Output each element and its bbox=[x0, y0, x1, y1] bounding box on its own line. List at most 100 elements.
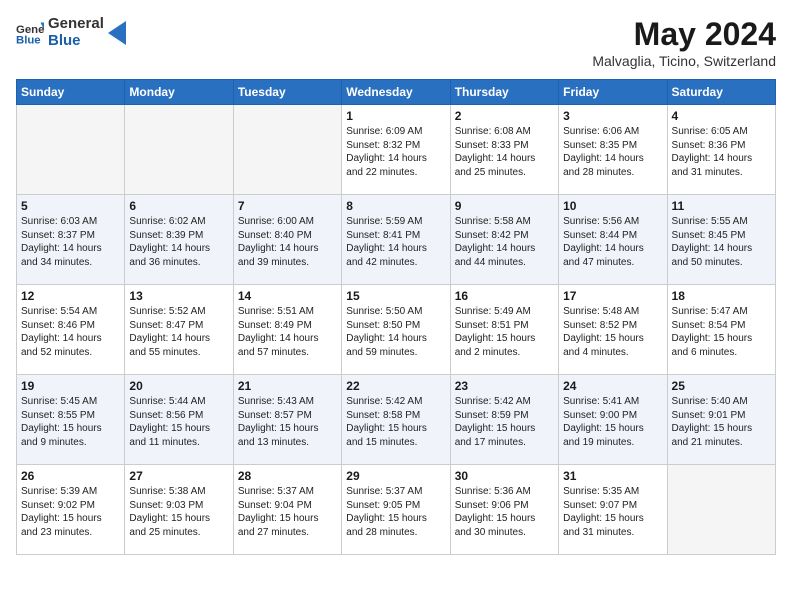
day-info: Sunrise: 6:03 AMSunset: 8:37 PMDaylight:… bbox=[21, 215, 120, 269]
day-info: Sunrise: 6:05 AMSunset: 8:36 PMDaylight:… bbox=[672, 125, 771, 179]
calendar-day-cell: 11Sunrise: 5:55 AMSunset: 8:45 PMDayligh… bbox=[667, 195, 775, 285]
day-number: 4 bbox=[672, 109, 771, 123]
day-number: 14 bbox=[238, 289, 337, 303]
calendar-day-cell: 23 Sunrise: 5:42 AMSunset: 8:59 PMDayligh… bbox=[450, 375, 558, 465]
page-header: General Blue General Blue May 2024 Malva… bbox=[16, 16, 776, 69]
calendar-day-cell: 2 Sunrise: 6:08 AMSunset: 8:33 PMDaylight… bbox=[450, 105, 558, 195]
day-info: Sunrise: 5:54 AMSunset: 8:46 PMDaylight:… bbox=[21, 305, 120, 359]
logo-blue-text: Blue bbox=[48, 33, 104, 50]
day-number: 2 bbox=[455, 109, 554, 123]
day-info: Sunrise: 5:56 AMSunset: 8:44 PMDaylight:… bbox=[563, 215, 662, 269]
day-info: Sunrise: 5:45 AMSunset: 8:55 PMDaylight:… bbox=[21, 395, 120, 449]
calendar-day-cell: 3 Sunrise: 6:06 AMSunset: 8:35 PMDaylight… bbox=[559, 105, 667, 195]
day-of-week-header: Monday bbox=[125, 80, 233, 105]
calendar-day-cell: 1Sunrise: 6:09 AMSunset: 8:32 PMDaylight… bbox=[342, 105, 450, 195]
calendar-week-row: 1Sunrise: 6:09 AMSunset: 8:32 PMDaylight… bbox=[17, 105, 776, 195]
day-info: Sunrise: 5:38 AMSunset: 9:03 PMDaylight:… bbox=[129, 485, 228, 539]
logo: General Blue General Blue bbox=[16, 16, 126, 49]
day-number: 31 bbox=[563, 469, 662, 483]
day-info: Sunrise: 5:37 AMSunset: 9:05 PMDaylight:… bbox=[346, 485, 445, 539]
day-info: Sunrise: 5:36 AMSunset: 9:06 PMDaylight:… bbox=[455, 485, 554, 539]
calendar-day-cell: 12 Sunrise: 5:54 AMSunset: 8:46 PMDayligh… bbox=[17, 285, 125, 375]
svg-text:Blue: Blue bbox=[16, 34, 41, 46]
day-number: 27 bbox=[129, 469, 228, 483]
calendar-day-cell: 27 Sunrise: 5:38 AMSunset: 9:03 PMDayligh… bbox=[125, 465, 233, 555]
calendar-day-cell: 22Sunrise: 5:42 AMSunset: 8:58 PMDayligh… bbox=[342, 375, 450, 465]
day-number: 5 bbox=[21, 199, 120, 213]
day-number: 17 bbox=[563, 289, 662, 303]
calendar-day-cell: 16Sunrise: 5:49 AMSunset: 8:51 PMDayligh… bbox=[450, 285, 558, 375]
logo-wave-icon bbox=[108, 21, 126, 45]
day-number: 20 bbox=[129, 379, 228, 393]
calendar-day-cell: 19 Sunrise: 5:45 AMSunset: 8:55 PMDayligh… bbox=[17, 375, 125, 465]
calendar-day-cell: 26 Sunrise: 5:39 AMSunset: 9:02 PMDayligh… bbox=[17, 465, 125, 555]
location-subtitle: Malvaglia, Ticino, Switzerland bbox=[592, 53, 776, 69]
calendar-day-cell: 15Sunrise: 5:50 AMSunset: 8:50 PMDayligh… bbox=[342, 285, 450, 375]
calendar-day-cell: 10 Sunrise: 5:56 AMSunset: 8:44 PMDayligh… bbox=[559, 195, 667, 285]
calendar-day-cell: 30 Sunrise: 5:36 AMSunset: 9:06 PMDayligh… bbox=[450, 465, 558, 555]
day-info: Sunrise: 6:08 AMSunset: 8:33 PMDaylight:… bbox=[455, 125, 554, 179]
day-number: 22 bbox=[346, 379, 445, 393]
month-title: May 2024 bbox=[592, 16, 776, 53]
day-number: 8 bbox=[346, 199, 445, 213]
calendar-day-cell bbox=[233, 105, 341, 195]
day-info: Sunrise: 5:49 AMSunset: 8:51 PMDaylight:… bbox=[455, 305, 554, 359]
calendar-day-cell: 25 Sunrise: 5:40 AMSunset: 9:01 PMDayligh… bbox=[667, 375, 775, 465]
day-info: Sunrise: 5:47 AMSunset: 8:54 PMDaylight:… bbox=[672, 305, 771, 359]
day-number: 6 bbox=[129, 199, 228, 213]
day-number: 1 bbox=[346, 109, 445, 123]
day-number: 18 bbox=[672, 289, 771, 303]
day-info: Sunrise: 5:50 AMSunset: 8:50 PMDaylight:… bbox=[346, 305, 445, 359]
day-number: 3 bbox=[563, 109, 662, 123]
day-number: 7 bbox=[238, 199, 337, 213]
calendar-week-row: 19 Sunrise: 5:45 AMSunset: 8:55 PMDayligh… bbox=[17, 375, 776, 465]
calendar-day-cell bbox=[667, 465, 775, 555]
day-info: Sunrise: 5:55 AMSunset: 8:45 PMDaylight:… bbox=[672, 215, 771, 269]
day-number: 13 bbox=[129, 289, 228, 303]
day-info: Sunrise: 5:48 AMSunset: 8:52 PMDaylight:… bbox=[563, 305, 662, 359]
day-info: Sunrise: 5:43 AMSunset: 8:57 PMDaylight:… bbox=[238, 395, 337, 449]
day-of-week-header: Friday bbox=[559, 80, 667, 105]
calendar-day-cell: 8 Sunrise: 5:59 AMSunset: 8:41 PMDaylight… bbox=[342, 195, 450, 285]
day-info: Sunrise: 5:35 AMSunset: 9:07 PMDaylight:… bbox=[563, 485, 662, 539]
calendar-table: SundayMondayTuesdayWednesdayThursdayFrid… bbox=[16, 79, 776, 555]
logo-general-text: General bbox=[48, 16, 104, 33]
day-of-week-header: Tuesday bbox=[233, 80, 341, 105]
day-info: Sunrise: 5:51 AMSunset: 8:49 PMDaylight:… bbox=[238, 305, 337, 359]
calendar-day-cell: 6 Sunrise: 6:02 AMSunset: 8:39 PMDaylight… bbox=[125, 195, 233, 285]
calendar-day-cell: 20 Sunrise: 5:44 AMSunset: 8:56 PMDayligh… bbox=[125, 375, 233, 465]
day-of-week-header: Thursday bbox=[450, 80, 558, 105]
calendar-day-cell: 17 Sunrise: 5:48 AMSunset: 8:52 PMDayligh… bbox=[559, 285, 667, 375]
day-info: Sunrise: 5:40 AMSunset: 9:01 PMDaylight:… bbox=[672, 395, 771, 449]
calendar-day-cell bbox=[125, 105, 233, 195]
day-info: Sunrise: 6:06 AMSunset: 8:35 PMDaylight:… bbox=[563, 125, 662, 179]
calendar-day-cell: 29 Sunrise: 5:37 AMSunset: 9:05 PMDayligh… bbox=[342, 465, 450, 555]
calendar-day-cell: 7Sunrise: 6:00 AMSunset: 8:40 PMDaylight… bbox=[233, 195, 341, 285]
day-number: 10 bbox=[563, 199, 662, 213]
calendar-day-cell: 28 Sunrise: 5:37 AMSunset: 9:04 PMDayligh… bbox=[233, 465, 341, 555]
calendar-week-row: 26 Sunrise: 5:39 AMSunset: 9:02 PMDayligh… bbox=[17, 465, 776, 555]
day-info: Sunrise: 5:44 AMSunset: 8:56 PMDaylight:… bbox=[129, 395, 228, 449]
day-number: 24 bbox=[563, 379, 662, 393]
day-number: 21 bbox=[238, 379, 337, 393]
logo-icon: General Blue bbox=[16, 19, 44, 47]
day-number: 19 bbox=[21, 379, 120, 393]
day-info: Sunrise: 5:42 AMSunset: 8:59 PMDaylight:… bbox=[455, 395, 554, 449]
calendar-day-cell: 4 Sunrise: 6:05 AMSunset: 8:36 PMDaylight… bbox=[667, 105, 775, 195]
day-number: 26 bbox=[21, 469, 120, 483]
day-info: Sunrise: 6:02 AMSunset: 8:39 PMDaylight:… bbox=[129, 215, 228, 269]
day-number: 30 bbox=[455, 469, 554, 483]
day-info: Sunrise: 5:58 AMSunset: 8:42 PMDaylight:… bbox=[455, 215, 554, 269]
calendar-day-cell: 31 Sunrise: 5:35 AMSunset: 9:07 PMDayligh… bbox=[559, 465, 667, 555]
day-info: Sunrise: 5:39 AMSunset: 9:02 PMDaylight:… bbox=[21, 485, 120, 539]
day-number: 25 bbox=[672, 379, 771, 393]
calendar-day-cell: 5 Sunrise: 6:03 AMSunset: 8:37 PMDaylight… bbox=[17, 195, 125, 285]
calendar-day-cell: 21 Sunrise: 5:43 AMSunset: 8:57 PMDayligh… bbox=[233, 375, 341, 465]
calendar-day-cell: 14 Sunrise: 5:51 AMSunset: 8:49 PMDayligh… bbox=[233, 285, 341, 375]
day-info: Sunrise: 5:59 AMSunset: 8:41 PMDaylight:… bbox=[346, 215, 445, 269]
day-number: 29 bbox=[346, 469, 445, 483]
day-number: 23 bbox=[455, 379, 554, 393]
day-info: Sunrise: 5:37 AMSunset: 9:04 PMDaylight:… bbox=[238, 485, 337, 539]
day-number: 28 bbox=[238, 469, 337, 483]
day-number: 12 bbox=[21, 289, 120, 303]
